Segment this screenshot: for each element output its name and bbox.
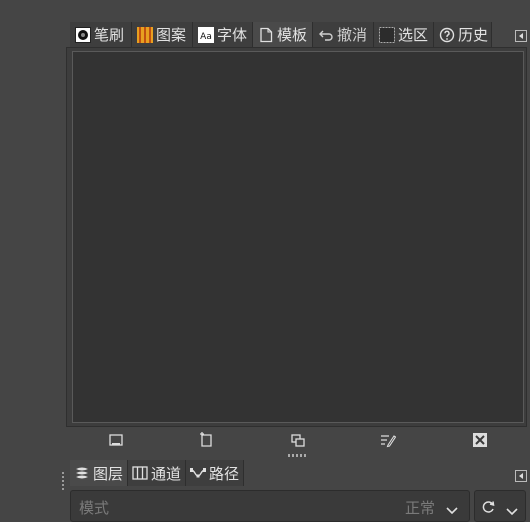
blend-space-select[interactable] (474, 490, 526, 522)
tab-label: 笔刷 (94, 26, 125, 44)
tab-fonts[interactable]: Aa 字体 (193, 22, 253, 47)
templates-dock: 笔刷 图案 Aa 字体 模板 撤消 选区 历史 (66, 22, 530, 457)
new-template-button[interactable] (198, 432, 214, 448)
delete-template-button[interactable] (472, 432, 488, 448)
channels-icon (132, 465, 148, 481)
tab-brushes[interactable]: 笔刷 (70, 22, 132, 47)
tab-label: 图层 (93, 464, 124, 483)
templates-toolbar (66, 428, 527, 452)
font-icon: Aa (198, 26, 214, 43)
panel-menu-icon (515, 30, 527, 42)
layer-mode-select[interactable]: 模式 正常 (70, 490, 470, 522)
edit-template-button[interactable] (380, 432, 397, 448)
new-template-icon (200, 432, 212, 447)
font-icon-text: Aa (200, 32, 212, 42)
tab-document-history[interactable]: 历史 (434, 22, 492, 47)
layers-dock: 图层 通道 路径 模式 正常 (66, 460, 530, 522)
history-icon (439, 27, 455, 43)
tab-label: 字体 (217, 26, 248, 44)
tab-label: 历史 (458, 26, 489, 44)
template-icon (258, 27, 274, 43)
tab-label: 图案 (156, 26, 187, 44)
dock-separator-grip[interactable] (288, 454, 306, 457)
tab-paths[interactable]: 路径 (186, 460, 244, 486)
duplicate-template-icon (291, 434, 305, 447)
dock-menu-button[interactable] (515, 467, 527, 482)
pattern-icon (137, 26, 153, 43)
tab-channels[interactable]: 通道 (128, 460, 186, 486)
mode-label: 模式 (79, 499, 110, 517)
delete-template-icon (473, 433, 487, 447)
selection-icon (379, 26, 395, 43)
mode-value: 正常 (404, 499, 435, 517)
tab-label: 选区 (398, 26, 429, 44)
resize-handle[interactable] (62, 472, 64, 492)
tab-undo-history[interactable]: 撤消 (313, 22, 374, 47)
create-image-from-template-icon (109, 434, 123, 446)
tab-label: 通道 (151, 464, 182, 483)
tab-layers[interactable]: 图层 (70, 460, 128, 486)
dock-tab-bar: 笔刷 图案 Aa 字体 模板 撤消 选区 历史 (66, 22, 530, 47)
paths-icon (190, 465, 206, 481)
tab-selection-editor[interactable]: 选区 (374, 22, 434, 47)
create-image-from-template-button[interactable] (108, 432, 124, 448)
dock-tab-bar: 图层 通道 路径 (66, 460, 530, 486)
reset-icon (481, 499, 497, 519)
tab-label: 撤消 (337, 26, 368, 44)
tab-label: 模板 (277, 26, 308, 44)
undo-icon (318, 27, 334, 43)
edit-template-icon (381, 435, 397, 448)
chevron-down-icon (445, 501, 459, 515)
brush-icon (75, 26, 91, 43)
dock-menu-button[interactable] (515, 27, 527, 42)
tab-templates[interactable]: 模板 (253, 22, 313, 47)
layers-icon (74, 465, 90, 481)
tab-patterns[interactable]: 图案 (132, 22, 193, 47)
tab-label: 路径 (209, 464, 240, 483)
templates-list[interactable] (72, 51, 524, 423)
left-dock-strip (0, 0, 66, 520)
panel-menu-icon (515, 470, 527, 482)
duplicate-template-button[interactable] (290, 432, 306, 448)
chevron-down-icon (505, 502, 519, 521)
